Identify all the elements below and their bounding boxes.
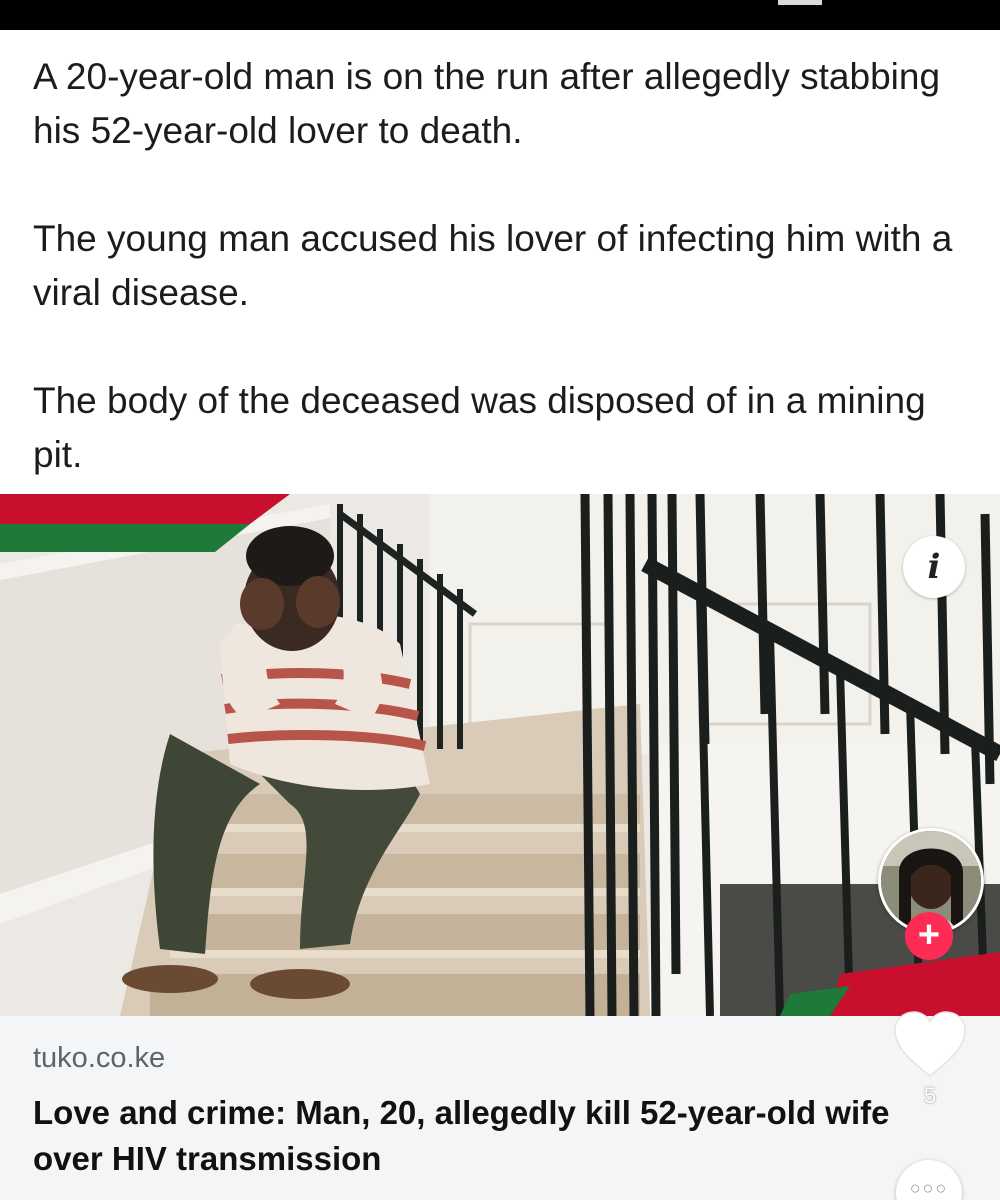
post-paragraph: The young man accused his lover of infec… bbox=[33, 218, 953, 313]
info-icon[interactable]: i bbox=[903, 536, 965, 598]
post-body: A 20-year-old man is on the run after al… bbox=[33, 50, 973, 482]
top-bar-tab-indicator bbox=[778, 0, 822, 5]
source-domain[interactable]: tuko.co.ke bbox=[33, 1042, 165, 1075]
post-screen: A 20-year-old man is on the run after al… bbox=[0, 0, 1000, 1200]
like-button[interactable] bbox=[893, 1010, 967, 1080]
post-paragraph: The body of the deceased was disposed of… bbox=[33, 380, 926, 475]
post-paragraph: A 20-year-old man is on the run after al… bbox=[33, 56, 941, 151]
plus-icon: + bbox=[917, 914, 941, 956]
info-glyph: i bbox=[927, 547, 941, 587]
heart-icon bbox=[894, 1011, 966, 1077]
link-headline[interactable]: Love and crime: Man, 20, allegedly kill … bbox=[33, 1090, 913, 1182]
link-preview-image[interactable] bbox=[0, 494, 1000, 1016]
like-count: 5 bbox=[923, 1083, 937, 1108]
more-icon: ○○○ bbox=[909, 1178, 949, 1198]
top-bar bbox=[0, 0, 1000, 30]
follow-button[interactable]: + bbox=[905, 912, 953, 960]
